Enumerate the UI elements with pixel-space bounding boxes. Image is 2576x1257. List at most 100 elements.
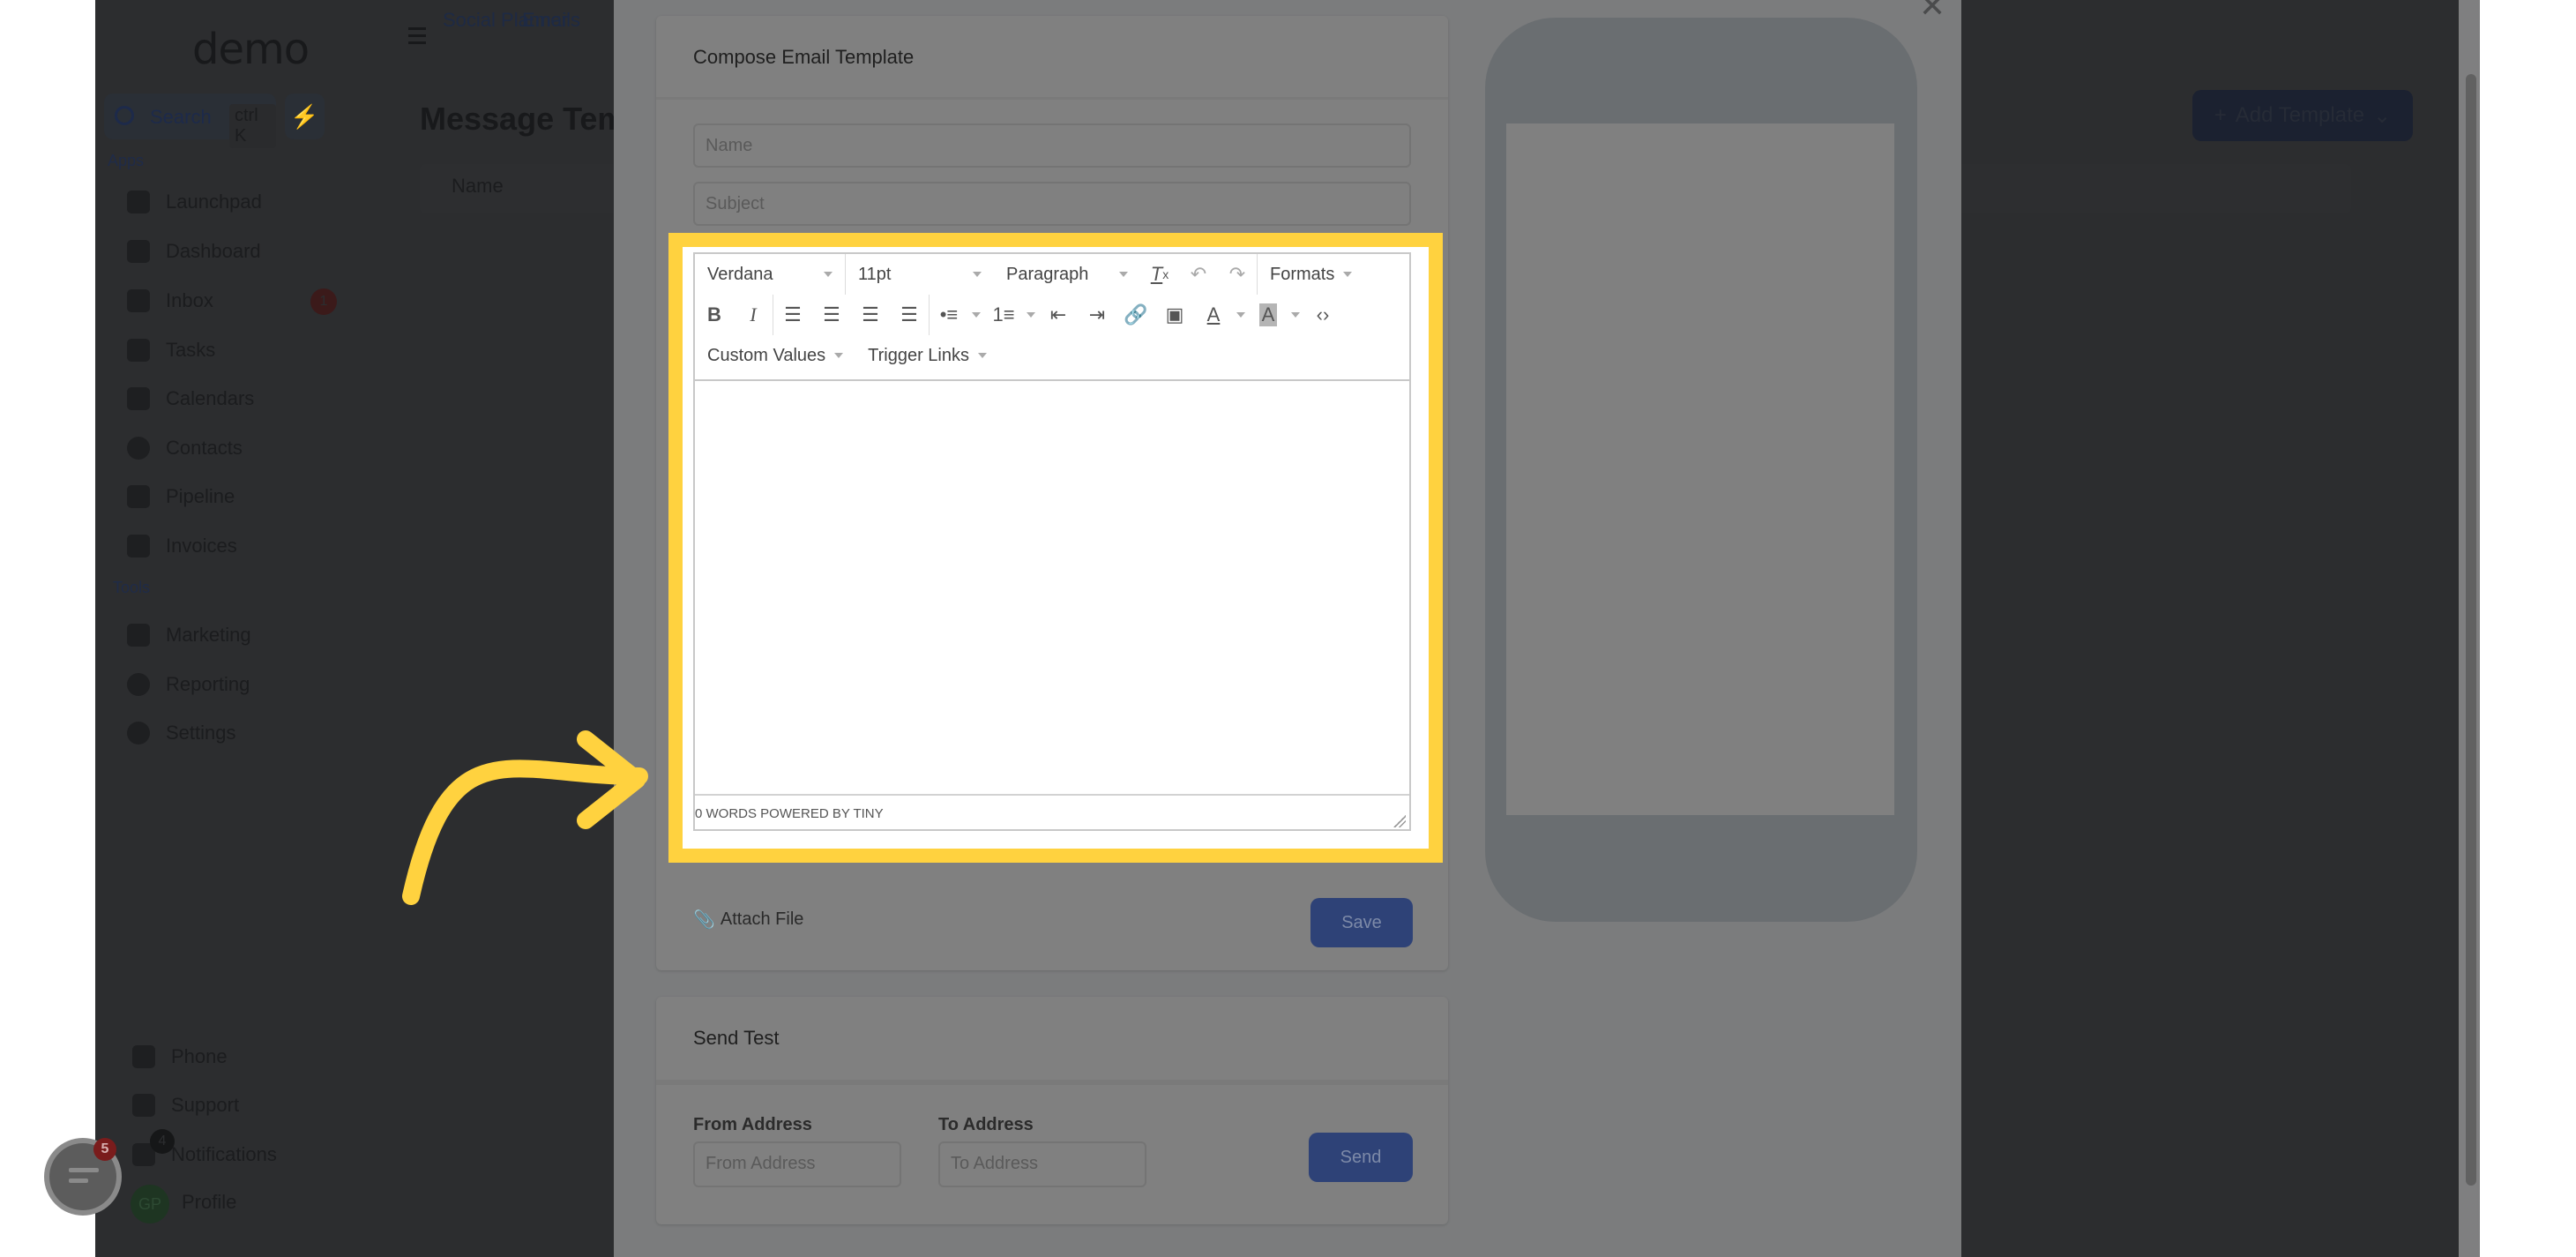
align-center-icon[interactable]: ☰ bbox=[812, 297, 851, 333]
send-test-card: Send Test From Address From Address To A… bbox=[656, 997, 1448, 1224]
trigger-links-menu[interactable]: Trigger Links bbox=[855, 335, 999, 376]
image-icon[interactable]: ▣ bbox=[1155, 297, 1194, 333]
bold-icon[interactable]: B bbox=[695, 297, 734, 333]
menu-toggle-icon[interactable] bbox=[408, 23, 426, 44]
pie-chart-icon bbox=[127, 673, 150, 696]
source-code-icon[interactable]: ‹› bbox=[1303, 297, 1342, 333]
phone-preview bbox=[1485, 18, 1917, 922]
grid-icon bbox=[127, 240, 150, 263]
plus-icon: + bbox=[2214, 103, 2227, 127]
lightning-icon: ⚡ bbox=[290, 103, 319, 130]
custom-values-menu[interactable]: Custom Values bbox=[695, 335, 855, 376]
compose-title: Compose Email Template bbox=[693, 46, 915, 68]
redo-icon[interactable]: ↷ bbox=[1218, 257, 1257, 292]
editor-content-area[interactable] bbox=[695, 379, 1409, 796]
funnel-icon bbox=[127, 485, 150, 508]
sidebar-item-launchpad[interactable]: Launchpad bbox=[127, 184, 262, 220]
to-address-input[interactable]: To Address bbox=[938, 1141, 1146, 1187]
compose-modal: ✕ Compose Email Template Name Subject 📎 … bbox=[614, 0, 1961, 1257]
sidebar-item-marketing[interactable]: Marketing bbox=[127, 617, 251, 653]
subject-input[interactable]: Subject bbox=[693, 182, 1411, 226]
search-button[interactable]: Search ctrl K bbox=[104, 94, 276, 148]
scroll-thumb[interactable] bbox=[2466, 74, 2476, 1186]
sidebar-item-inbox[interactable]: Inbox bbox=[127, 283, 213, 318]
to-address-label: To Address bbox=[938, 1115, 1034, 1134]
background-color-icon[interactable]: A bbox=[1249, 297, 1288, 333]
quick-actions-button[interactable]: ⚡ bbox=[285, 94, 325, 139]
apps-section-label: Apps bbox=[108, 152, 145, 169]
name-input[interactable]: Name bbox=[693, 123, 1411, 168]
block-format-select[interactable]: Paragraph bbox=[994, 254, 1140, 295]
formats-menu[interactable]: Formats bbox=[1258, 254, 1364, 295]
page-scrollbar[interactable] bbox=[2459, 0, 2480, 1257]
undo-icon[interactable]: ↶ bbox=[1179, 257, 1218, 292]
from-address-input[interactable]: From Address bbox=[693, 1141, 901, 1187]
toolbar-row-1: Verdana 11pt Paragraph Tx ↶ ↷ Formats bbox=[695, 254, 1409, 295]
highlight-frame: Verdana 11pt Paragraph Tx ↶ ↷ Formats B … bbox=[668, 233, 1443, 863]
font-family-select[interactable]: Verdana bbox=[695, 254, 845, 295]
link-icon[interactable]: 🔗 bbox=[1116, 297, 1155, 333]
caret-icon[interactable] bbox=[1291, 312, 1300, 318]
sidebar-item-support[interactable]: Support bbox=[132, 1088, 239, 1123]
rich-text-editor: Verdana 11pt Paragraph Tx ↶ ↷ Formats B … bbox=[693, 252, 1411, 831]
bullet-list-icon[interactable]: •≡ bbox=[930, 297, 968, 333]
sidebar-item-calendars[interactable]: Calendars bbox=[127, 381, 254, 416]
caret-icon[interactable] bbox=[972, 312, 981, 318]
italic-icon[interactable]: I bbox=[734, 297, 773, 333]
chat-widget-badge: 5 bbox=[93, 1138, 116, 1161]
text-color-icon[interactable]: A bbox=[1194, 297, 1233, 333]
sidebar-item-phone[interactable]: Phone bbox=[132, 1039, 228, 1074]
calendar-icon bbox=[127, 387, 150, 410]
caret-icon bbox=[824, 272, 833, 277]
divider bbox=[656, 97, 1448, 100]
column-header-name[interactable]: Name bbox=[452, 175, 504, 198]
save-button[interactable]: Save bbox=[1310, 898, 1413, 947]
gear-icon bbox=[127, 722, 150, 744]
send-test-title: Send Test bbox=[693, 1027, 780, 1049]
chevron-down-icon: ⌄ bbox=[2373, 103, 2392, 128]
sidebar-item-contacts[interactable]: Contacts bbox=[127, 430, 243, 466]
receipt-icon bbox=[127, 535, 150, 557]
sidebar-item-pipeline[interactable]: Pipeline bbox=[127, 479, 235, 514]
sidebar-item-settings[interactable]: Settings bbox=[127, 715, 236, 751]
indent-icon[interactable]: ⇥ bbox=[1078, 297, 1116, 333]
caret-icon[interactable] bbox=[1236, 312, 1245, 318]
numbered-list-icon[interactable]: 1≡ bbox=[984, 297, 1023, 333]
phone-icon bbox=[132, 1045, 155, 1068]
phone-preview-screen bbox=[1506, 123, 1894, 815]
font-size-select[interactable]: 11pt bbox=[846, 254, 994, 295]
align-left-icon[interactable]: ☰ bbox=[773, 297, 812, 333]
inbox-badge: 1 bbox=[310, 288, 337, 315]
topnav-emails[interactable]: Emails bbox=[522, 9, 580, 32]
word-count: 0 WORDS POWERED BY TINY bbox=[695, 806, 884, 821]
avatar[interactable]: GP bbox=[131, 1185, 169, 1223]
sidebar-item-profile[interactable]: Profile bbox=[182, 1185, 236, 1220]
toolbar-row-2: B I ☰ ☰ ☰ ☰ •≡ 1≡ ⇤ ⇥ 🔗 ▣ A A ‹› bbox=[695, 295, 1409, 335]
close-icon[interactable]: ✕ bbox=[1919, 0, 1945, 25]
caret-icon[interactable] bbox=[1027, 312, 1035, 318]
caret-icon bbox=[1119, 272, 1128, 277]
editor-status-bar: 0 WORDS POWERED BY TINY bbox=[695, 794, 1409, 831]
attach-file-link[interactable]: 📎 Attach File bbox=[693, 909, 803, 931]
rocket-icon bbox=[127, 191, 150, 213]
outdent-icon[interactable]: ⇤ bbox=[1039, 297, 1078, 333]
highlight-inner: Verdana 11pt Paragraph Tx ↶ ↷ Formats B … bbox=[683, 247, 1429, 849]
align-justify-icon[interactable]: ☰ bbox=[890, 297, 929, 333]
caret-icon bbox=[1343, 272, 1353, 277]
add-template-button[interactable]: + Add Template ⌄ bbox=[2192, 90, 2413, 141]
align-right-icon[interactable]: ☰ bbox=[851, 297, 890, 333]
sidebar-item-dashboard[interactable]: Dashboard bbox=[127, 234, 261, 269]
chat-bubble-icon bbox=[132, 1094, 155, 1117]
person-icon bbox=[127, 437, 150, 460]
divider bbox=[656, 1080, 1448, 1085]
search-shortcut: ctrl K bbox=[229, 104, 276, 148]
send-button[interactable]: Send bbox=[1309, 1133, 1413, 1182]
toolbar-row-3: Custom Values Trigger Links bbox=[695, 335, 1409, 376]
sidebar-item-tasks[interactable]: Tasks bbox=[127, 333, 215, 368]
resize-handle-icon[interactable] bbox=[1393, 815, 1406, 827]
clear-formatting-icon[interactable]: Tx bbox=[1140, 257, 1179, 292]
sidebar-item-reporting[interactable]: Reporting bbox=[127, 667, 250, 702]
sidebar-item-invoices[interactable]: Invoices bbox=[127, 528, 237, 564]
clipboard-icon bbox=[127, 339, 150, 362]
caret-icon bbox=[834, 353, 844, 358]
